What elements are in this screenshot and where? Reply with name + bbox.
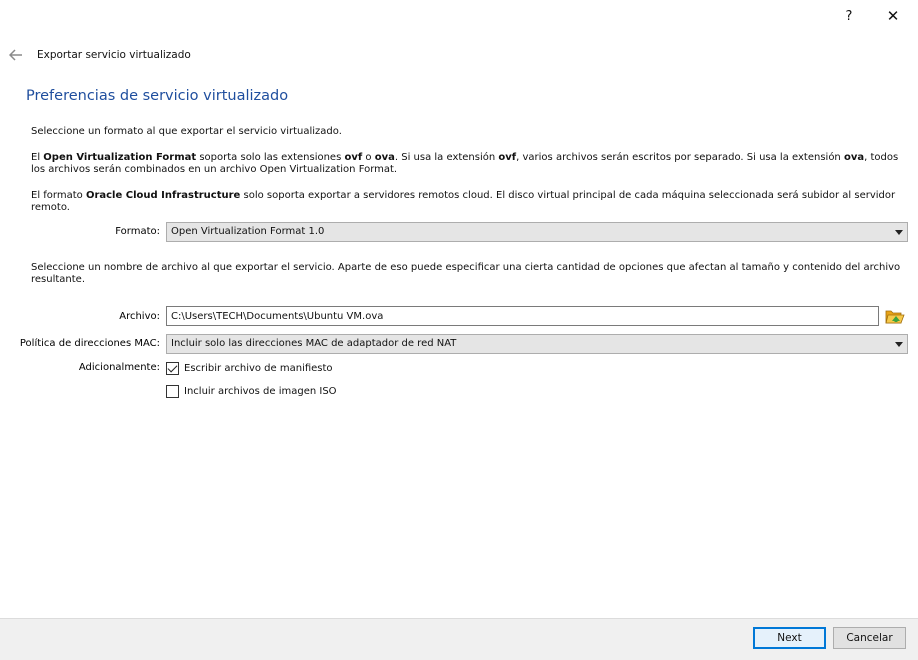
close-button[interactable]: ✕ <box>873 4 913 28</box>
ovf-description: El Open Virtualization Format soporta so… <box>31 152 899 175</box>
iso-checkbox-label: Incluir archivos de imagen ISO <box>184 385 337 397</box>
file-label: Archivo: <box>119 311 160 322</box>
additional-label: Adicionalmente: <box>78 362 160 373</box>
format-label: Formato: <box>115 226 160 237</box>
mac-policy-select[interactable]: Incluir solo las direcciones MAC de adap… <box>166 334 908 354</box>
manifest-option[interactable]: Escribir archivo de manifiesto <box>166 360 333 376</box>
next-button[interactable]: Next <box>753 627 826 649</box>
format-select[interactable]: Open Virtualization Format 1.0 <box>166 222 908 242</box>
wizard-title: Exportar servicio virtualizado <box>37 49 191 61</box>
file-prompt: Seleccione un nombre de archivo al que e… <box>31 262 901 285</box>
oci-description: El formato Oracle Cloud Infrastructure s… <box>31 190 896 213</box>
manifest-checkbox[interactable] <box>166 361 179 375</box>
dropdown-arrow-icon <box>895 342 903 347</box>
file-path-input[interactable] <box>166 306 879 326</box>
back-arrow-icon[interactable] <box>8 47 24 63</box>
wizard-nav: Exportar servicio virtualizado <box>8 46 191 64</box>
dropdown-arrow-icon <box>895 230 903 235</box>
mac-policy-select-value: Incluir solo las direcciones MAC de adap… <box>171 338 457 349</box>
page-title: Preferencias de servicio virtualizado <box>26 88 289 104</box>
mac-policy-label: Política de direcciones MAC: <box>19 338 160 349</box>
format-prompt: Seleccione un formato al que exportar el… <box>31 126 342 137</box>
folder-open-icon[interactable] <box>885 307 905 325</box>
help-button[interactable]: ? <box>829 4 869 28</box>
cancel-button[interactable]: Cancelar <box>833 627 906 649</box>
iso-option[interactable]: Incluir archivos de imagen ISO <box>166 383 337 399</box>
iso-checkbox[interactable] <box>166 384 179 398</box>
format-select-value: Open Virtualization Format 1.0 <box>171 226 325 237</box>
manifest-checkbox-label: Escribir archivo de manifiesto <box>184 362 333 374</box>
